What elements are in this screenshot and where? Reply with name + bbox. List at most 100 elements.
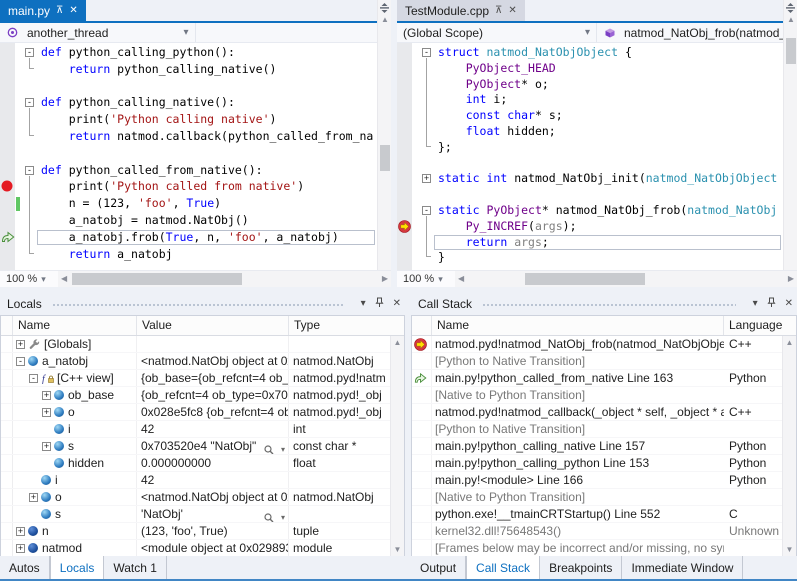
code-line[interactable]: return a_natobj — [0, 247, 391, 263]
tab-output[interactable]: Output — [411, 556, 466, 579]
window-position-icon[interactable]: ▾ — [361, 299, 366, 309]
locals-row[interactable]: -f[C++ view]{ob_base={ob_refcnt=4 ob_tyn… — [1, 370, 390, 387]
scroll-right-icon[interactable]: ▶ — [788, 274, 794, 283]
tab-immediate-window[interactable]: Immediate Window — [622, 556, 743, 579]
pin-icon[interactable]: ⊼ — [495, 6, 502, 16]
pin-icon[interactable]: ⊼ — [56, 6, 63, 16]
locals-row[interactable]: +s0x703520e4 "NatObj"▾const char * — [1, 438, 390, 455]
editor-group-splitter[interactable] — [391, 0, 397, 287]
current-icon[interactable] — [398, 220, 411, 236]
code-line[interactable] — [397, 156, 797, 172]
code-line[interactable]: return natmod.callback(python_called_fro… — [0, 129, 391, 145]
zoom-control[interactable]: 100 % ▾ — [0, 273, 58, 285]
tree-expander[interactable]: + — [16, 544, 25, 553]
code-line[interactable]: -struct natmod_NatObjObject { — [397, 45, 797, 61]
scroll-up-icon[interactable]: ▲ — [391, 338, 404, 347]
code-line[interactable] — [0, 146, 391, 162]
code-line[interactable]: } — [397, 250, 797, 266]
tree-expander[interactable]: - — [29, 374, 38, 383]
member-dropdown[interactable]: ▾ — [196, 23, 392, 42]
breakpoint-icon[interactable] — [1, 180, 13, 195]
horizontal-scrollbar[interactable]: ◀ ▶ — [455, 271, 797, 287]
fold-toggle[interactable]: + — [422, 174, 431, 183]
scrollbar-thumb[interactable] — [380, 145, 390, 171]
scrollbar-thumb[interactable] — [786, 38, 796, 64]
code-line[interactable]: a_natobj.frob(True, n, 'foo', a_natobj) — [0, 230, 391, 246]
vertical-scrollbar[interactable]: ▲ ▼ — [377, 0, 391, 287]
window-position-icon[interactable]: ▾ — [753, 299, 758, 309]
callstack-row[interactable]: main.py!python_called_from_native Line 1… — [412, 370, 782, 387]
close-icon[interactable]: ✕ — [393, 299, 401, 309]
code-line[interactable]: a_natobj = natmod.NatObj() — [0, 213, 391, 229]
code-line[interactable]: -def python_calling_python(): — [0, 45, 391, 61]
code-line[interactable]: print('Python calling native') — [0, 112, 391, 128]
code-line[interactable]: PyObject* o; — [397, 77, 797, 93]
tab-breakpoints[interactable]: Breakpoints — [540, 556, 622, 579]
tree-expander[interactable]: + — [16, 527, 25, 536]
scroll-left-icon[interactable]: ◀ — [61, 274, 67, 283]
scroll-down-icon[interactable]: ▼ — [391, 545, 404, 554]
splitter-handle-icon[interactable] — [378, 0, 391, 14]
code-line[interactable]: +static int natmod_NatObj_init(natmod_Na… — [397, 171, 797, 187]
callstack-row[interactable]: python.exe!__tmainCRTStartup() Line 552C — [412, 506, 782, 523]
locals-row[interactable]: +natmod<module object at 0x029893fmodule — [1, 540, 390, 556]
fold-toggle[interactable]: - — [422, 206, 431, 215]
callstack-row[interactable]: main.py!python_calling_python Line 153Py… — [412, 455, 782, 472]
visualizer-button[interactable]: ▾ — [263, 441, 285, 454]
scroll-left-icon[interactable]: ◀ — [458, 274, 464, 283]
locals-row[interactable]: +[Globals] — [1, 336, 390, 353]
tab-call-stack[interactable]: Call Stack — [466, 556, 540, 579]
locals-titlebar[interactable]: Locals ▾ ✕ — [0, 293, 405, 315]
close-icon[interactable]: ✕ — [508, 6, 516, 16]
zoom-control[interactable]: 100 % ▾ — [397, 273, 455, 285]
code-line[interactable]: -def python_called_from_native(): — [0, 163, 391, 179]
tree-expander[interactable]: + — [42, 408, 51, 417]
visualizer-button[interactable]: ▾ — [263, 509, 285, 522]
code-line[interactable] — [397, 187, 797, 203]
code-editor-main-py[interactable]: -def python_calling_python(): return pyt… — [0, 43, 391, 270]
tree-expander[interactable]: + — [42, 391, 51, 400]
locals-row[interactable]: i42int — [1, 421, 390, 438]
callstack-row[interactable]: main.py!<module> Line 166Python — [412, 472, 782, 489]
close-icon[interactable]: ✕ — [785, 299, 793, 309]
code-line[interactable]: n = (123, 'foo', True) — [0, 196, 391, 212]
locals-row[interactable]: i42 — [1, 472, 390, 489]
code-line[interactable]: Py_INCREF(args); — [397, 219, 797, 235]
column-header-language[interactable]: Language — [724, 316, 796, 335]
locals-row[interactable]: -a_natobj<natmod.NatObj object at 0xnatm… — [1, 353, 390, 370]
pin-icon[interactable] — [767, 297, 776, 311]
callstack-titlebar[interactable]: Call Stack ▾ ✕ — [411, 293, 797, 315]
splitter-handle-icon[interactable] — [784, 0, 797, 14]
vertical-scrollbar[interactable]: ▲ ▼ — [783, 0, 797, 287]
member-dropdown[interactable]: natmod_NatObj_frob(natmod_ ▾ — [597, 23, 797, 42]
code-line[interactable]: return args; — [397, 235, 797, 251]
tab-testmodule-cpp[interactable]: TestModule.cpp ⊼ ✕ — [397, 0, 525, 21]
callstack-row[interactable]: kernel32.dll!75648543()Unknown — [412, 523, 782, 540]
locals-row[interactable]: hidden0.000000000float — [1, 455, 390, 472]
locals-row[interactable]: s'NatObj'▾ — [1, 506, 390, 523]
scope-dropdown[interactable]: (Global Scope) ▾ — [397, 23, 597, 42]
code-line[interactable]: float hidden; — [397, 124, 797, 140]
tab-locals[interactable]: Locals — [50, 556, 105, 579]
code-line[interactable]: const char* s; — [397, 108, 797, 124]
callstack-row[interactable]: [Python to Native Transition] — [412, 353, 782, 370]
tab-autos[interactable]: Autos — [0, 556, 50, 579]
fold-toggle[interactable]: - — [422, 48, 431, 57]
tree-expander[interactable]: + — [42, 442, 51, 451]
callstack-row[interactable]: [Frames below may be incorrect and/or mi… — [412, 540, 782, 556]
scroll-up-icon[interactable]: ▲ — [378, 15, 392, 24]
fold-toggle[interactable]: - — [25, 98, 34, 107]
close-icon[interactable]: ✕ — [69, 6, 77, 16]
tree-expander[interactable]: + — [16, 340, 25, 349]
vertical-scrollbar[interactable]: ▲ ▼ — [390, 336, 404, 556]
callstack-row[interactable]: [Native to Python Transition] — [412, 387, 782, 404]
callstack-row[interactable]: main.py!python_calling_native Line 157Py… — [412, 438, 782, 455]
code-line[interactable]: print('Python called from native') — [0, 179, 391, 195]
column-header-name[interactable]: Name — [432, 316, 724, 335]
scroll-up-icon[interactable]: ▲ — [784, 15, 797, 24]
pin-icon[interactable] — [375, 297, 384, 311]
callstack-row[interactable]: natmod.pyd!natmod_NatObj_frob(natmod_Nat… — [412, 336, 782, 353]
code-line[interactable]: return python_calling_native() — [0, 62, 391, 78]
column-header-value[interactable]: Value — [137, 316, 289, 335]
locals-row[interactable]: +o0x028e5fc8 {ob_refcnt=4 ob_natmod.pyd!… — [1, 404, 390, 421]
